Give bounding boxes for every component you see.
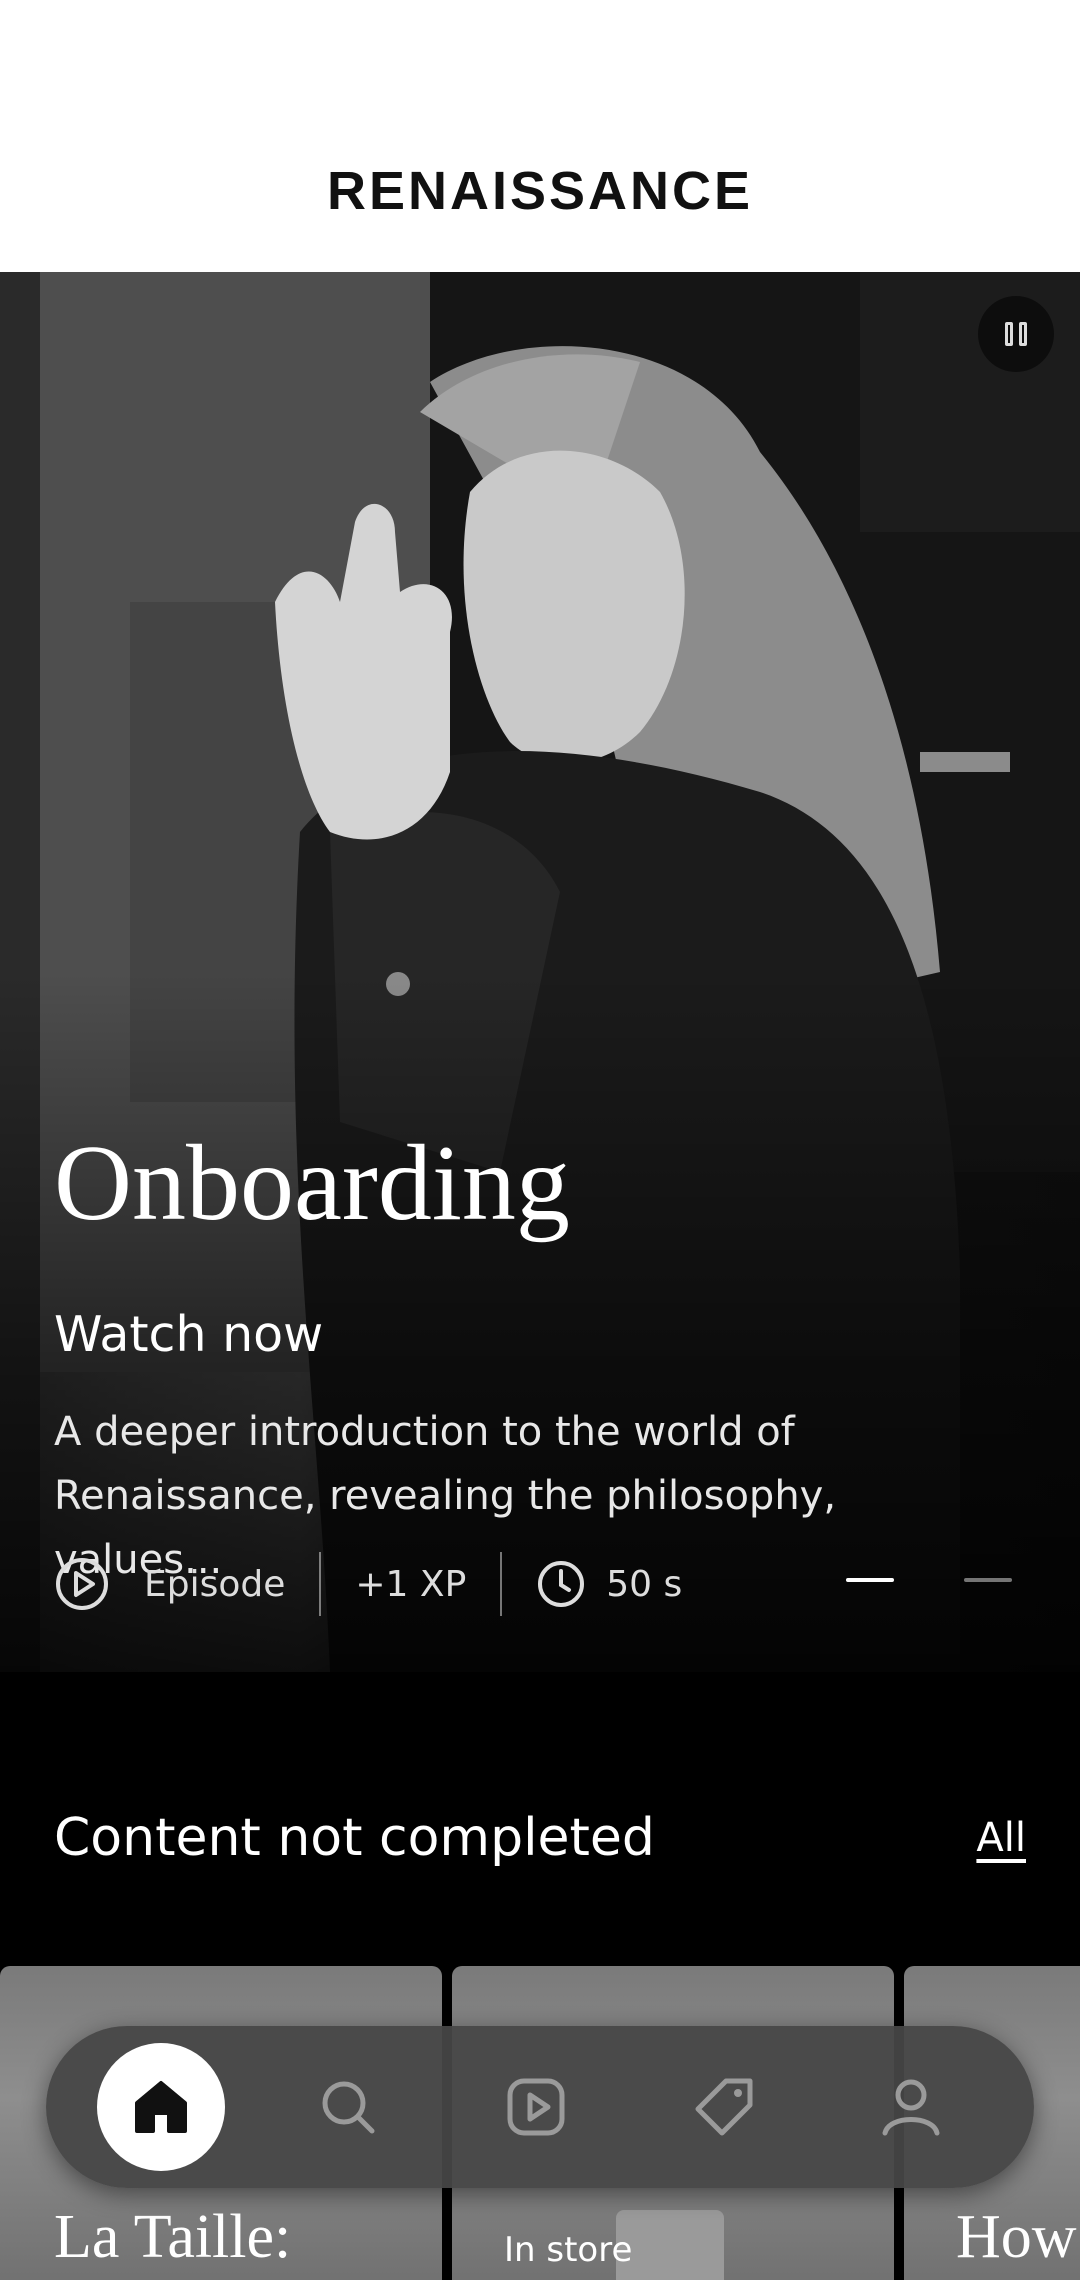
duration-label: 50 s [606,1563,683,1605]
play-icon [507,2078,565,2136]
nav-offers[interactable] [660,2043,788,2171]
card-title: La Taille: [54,2203,292,2271]
app-header: RENAISSANCE [0,0,1080,272]
clock-icon [538,1561,585,1607]
pager-dot[interactable] [964,1578,1012,1582]
divider [319,1552,322,1616]
nav-profile[interactable] [847,2043,975,2171]
pause-button[interactable] [978,296,1054,372]
bottom-nav [46,2026,1034,2188]
see-all-link[interactable]: All [976,1815,1026,1861]
watch-now-link[interactable]: Watch now [54,1306,323,1363]
pause-icon [1005,322,1013,346]
hero-meta: Episode +1 XP 50 s [54,1552,682,1616]
search-icon [322,2081,375,2134]
section-title: Content not completed [54,1808,655,1868]
home-icon [135,2081,187,2133]
card-title: How [956,2203,1077,2271]
nav-videos[interactable] [472,2043,600,2171]
pager-dot-active[interactable] [846,1578,894,1582]
tag-icon [695,2078,753,2136]
nav-search[interactable] [284,2043,412,2171]
brand-logo[interactable]: RENAISSANCE [327,160,753,222]
hero-video[interactable]: Onboarding Watch now A deeper introducti… [0,272,1080,1672]
nav-home[interactable] [97,2043,225,2171]
card-subtitle: In store [504,2230,633,2270]
hero-title: Onboarding [54,1124,570,1243]
user-icon [882,2079,940,2136]
play-circle-icon [56,1558,108,1610]
section-header: Content not completed All [54,1808,1026,1868]
divider [500,1552,503,1616]
episode-label: Episode [144,1563,286,1605]
xp-label: +1 XP [355,1563,467,1605]
